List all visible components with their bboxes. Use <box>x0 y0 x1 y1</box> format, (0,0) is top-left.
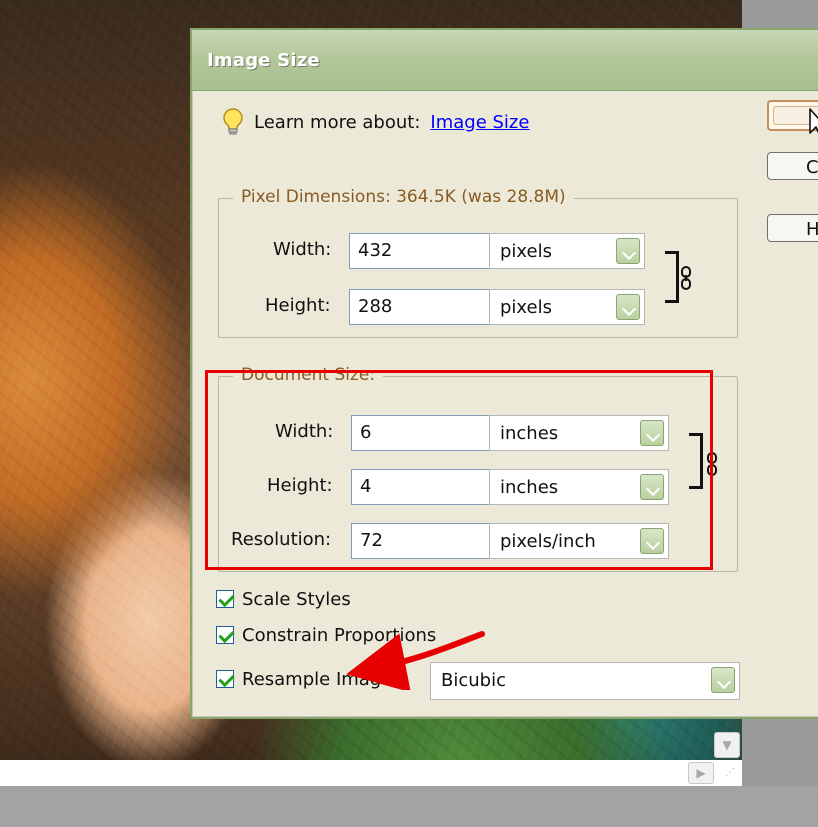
pixel-height-input[interactable]: 288 <box>349 289 499 325</box>
scroll-right-button[interactable]: ▶ <box>688 762 714 784</box>
dialog-title: Image Size <box>207 50 320 71</box>
pixel-dimensions-group: Pixel Dimensions: 364.5K (was 28.8M) Wid… <box>218 187 738 338</box>
resample-image-row[interactable]: Resample Image: <box>216 666 398 692</box>
chevron-down-icon[interactable] <box>616 238 640 264</box>
dialog-titlebar[interactable]: Image Size <box>192 30 818 91</box>
ok-button-focus <box>773 106 818 125</box>
resample-method-value: Bicubic <box>441 670 506 691</box>
pixel-width-unit: pixels <box>500 241 552 262</box>
constrain-proportions-checkbox[interactable] <box>216 626 234 644</box>
lightbulb-icon <box>222 108 244 136</box>
pixel-height-label: Height: <box>265 295 331 316</box>
resample-method-select[interactable]: Bicubic <box>430 662 740 700</box>
resample-image-label: Resample Image: <box>242 668 399 690</box>
cancel-button-label: Ca <box>806 157 818 178</box>
document-size-highlight <box>205 370 713 570</box>
resize-grip[interactable]: ⋰ <box>720 762 740 784</box>
pixel-dimensions-title: Pixel Dimensions: 364.5K (was 28.8M) <box>233 187 574 207</box>
pixel-height-unit-select[interactable]: pixels <box>489 289 645 325</box>
chevron-right-icon: ▶ <box>696 766 706 780</box>
learn-more-row: Learn more about: Image Size <box>222 108 529 136</box>
learn-more-label: Learn more about: <box>254 111 421 133</box>
scale-styles-checkbox[interactable] <box>216 590 234 608</box>
pixel-height-unit: pixels <box>500 297 552 318</box>
chevron-down-icon: ▼ <box>722 738 732 752</box>
resample-image-checkbox[interactable] <box>216 670 234 688</box>
pixel-width-input[interactable]: 432 <box>349 233 499 269</box>
horizontal-scroll-area: ▶ ⋰ <box>676 760 742 786</box>
ok-button[interactable] <box>767 100 818 131</box>
scale-styles-label: Scale Styles <box>242 588 351 610</box>
grip-icon: ⋰ <box>725 767 735 778</box>
constrain-proportions-label: Constrain Proportions <box>242 624 437 646</box>
scroll-down-button[interactable]: ▼ <box>714 732 740 758</box>
help-button-label: H <box>806 219 818 240</box>
vertical-scroll-area: ▼ <box>706 724 742 760</box>
canvas-bottom-bar <box>0 760 742 786</box>
scale-styles-row[interactable]: Scale Styles <box>216 586 351 612</box>
status-area <box>0 786 818 827</box>
pixel-link-bracket <box>665 251 679 303</box>
image-size-help-link[interactable]: Image Size <box>430 112 529 133</box>
pixel-width-unit-select[interactable]: pixels <box>489 233 645 269</box>
chevron-down-icon[interactable] <box>711 667 735 693</box>
constrain-proportions-row[interactable]: Constrain Proportions <box>216 622 436 648</box>
pixel-width-label: Width: <box>273 239 332 260</box>
chevron-down-icon[interactable] <box>616 294 640 320</box>
cancel-button[interactable]: Ca <box>767 152 818 180</box>
chain-link-icon <box>679 265 693 291</box>
help-button[interactable]: H <box>767 214 818 242</box>
